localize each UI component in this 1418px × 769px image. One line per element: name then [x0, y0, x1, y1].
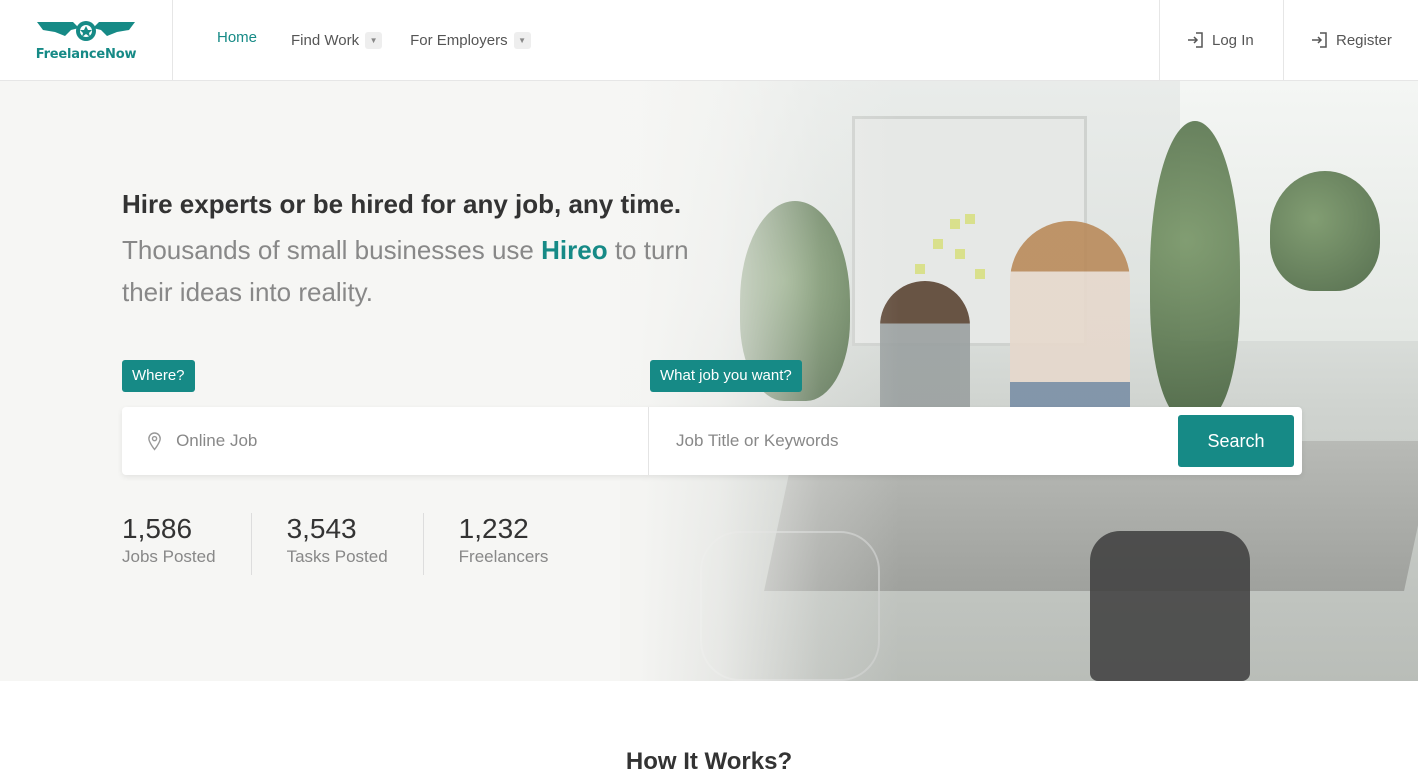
nav-item-for-employers[interactable]: For Employers ▼ [410, 31, 531, 49]
what-job-label: What job you want? [650, 360, 802, 392]
stat-value: 1,586 [122, 513, 193, 544]
register-label: Register [1336, 31, 1392, 49]
stat-value: 3,543 [286, 513, 357, 544]
nav-item-label: Find Work [291, 31, 360, 49]
brand-mention: Hireo [541, 235, 608, 265]
location-input[interactable] [176, 431, 648, 451]
stat-label: Tasks Posted [286, 547, 388, 566]
hero-headline: Hire experts or be hired for any job, an… [122, 189, 682, 219]
hero-content: Hire experts or be hired for any job, an… [122, 81, 1302, 681]
stat-label: Freelancers [458, 547, 549, 566]
stat-label: Jobs Posted [122, 547, 216, 566]
register-icon [1312, 32, 1327, 48]
nav-item-label: For Employers [410, 31, 508, 49]
chevron-down-icon[interactable]: ▼ [365, 31, 383, 49]
login-label: Log In [1212, 31, 1254, 49]
location-field [122, 407, 649, 475]
stat-value: 1,232 [458, 513, 529, 544]
main-nav: Home Find Work ▼ For Employers ▼ [173, 0, 1159, 80]
where-label: Where? [122, 360, 195, 392]
auth-links: Log In Register [1159, 0, 1418, 80]
nav-item-home[interactable]: Home [217, 29, 257, 46]
register-link[interactable]: Register [1283, 0, 1418, 80]
stat-jobs-posted: 1,586 Jobs Posted [122, 513, 251, 575]
chevron-down-icon[interactable]: ▼ [513, 31, 531, 49]
logo-text: FreelanceNow [35, 47, 137, 62]
nav-item-label: Home [217, 28, 258, 46]
logo-icon [37, 21, 135, 41]
stats: 1,586 Jobs Posted 3,543 Tasks Posted 1,2… [122, 513, 583, 575]
location-pin-icon [148, 432, 161, 451]
hero-section: Hire experts or be hired for any job, an… [0, 81, 1418, 681]
site-header: FreelanceNow Home Find Work ▼ For Employ… [0, 0, 1418, 81]
nav-item-find-work[interactable]: Find Work ▼ [291, 31, 383, 49]
stat-tasks-posted: 3,543 Tasks Posted [250, 513, 423, 575]
search-button[interactable]: Search [1178, 415, 1294, 467]
logo[interactable]: FreelanceNow [0, 0, 173, 80]
search-bar: Search [122, 407, 1302, 475]
stat-freelancers: 1,232 Freelancers [422, 513, 584, 575]
hero-subline: Thousands of small businesses use Hireo … [122, 229, 742, 313]
login-link[interactable]: Log In [1159, 0, 1283, 80]
login-icon [1188, 32, 1203, 48]
how-it-works-title: How It Works? [625, 748, 793, 769]
subline-text: Thousands of small businesses use [122, 235, 542, 265]
